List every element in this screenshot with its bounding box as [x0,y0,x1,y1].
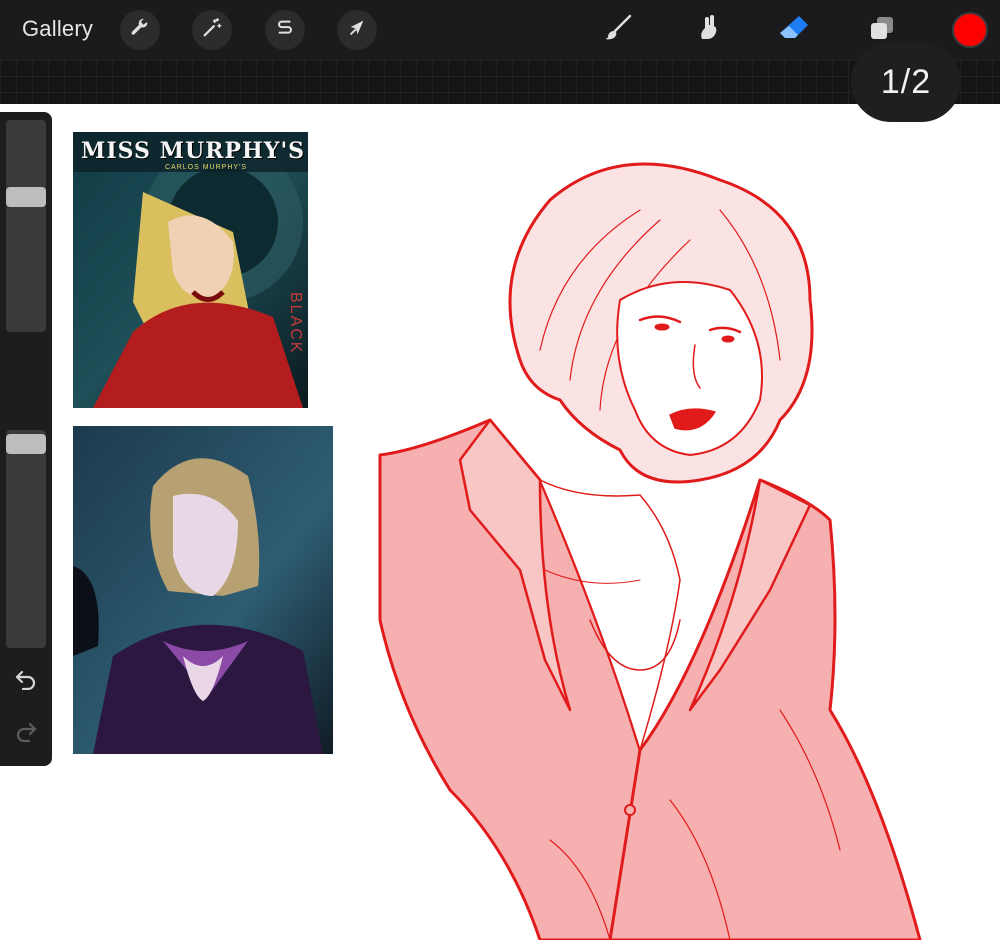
brush-size-handle[interactable] [6,187,46,208]
wrench-icon [129,17,151,44]
reference-image-2[interactable] [73,426,333,754]
redo-icon [14,720,38,747]
canvas-drawing[interactable] [340,150,960,945]
color-picker-button[interactable] [952,12,988,48]
character-sketch [378,162,922,942]
reference-subtitle: CARLOS MURPHY'S [165,164,248,171]
left-sidebar [0,112,52,766]
arrow-cursor-icon [346,17,368,44]
eraser-tool-button[interactable] [772,8,816,52]
actions-button[interactable] [120,10,160,50]
brush-size-slider[interactable] [6,120,46,332]
opacity-slider[interactable] [6,430,46,648]
transform-button[interactable] [337,10,377,50]
smudge-icon [691,13,721,48]
brush-icon [603,13,633,48]
reference-side-text: BLACK [287,292,304,355]
canvas-grid-strip [0,60,1000,104]
eraser-icon [777,13,811,48]
undo-icon [14,668,38,695]
opacity-handle[interactable] [6,433,46,454]
page-indicator: 1/2 [851,42,961,122]
reference-title: MISS MURPHY'S [81,138,306,164]
redo-button[interactable] [12,719,40,747]
reference-anime-illustration [73,426,333,754]
adjustments-button[interactable] [192,10,232,50]
smudge-tool-button[interactable] [684,8,728,52]
selection-s-icon [274,17,296,44]
reference-image-1[interactable]: MISS MURPHY'S CARLOS MURPHY'S BLACK [73,132,308,408]
reference-photo-illustration [73,132,308,408]
top-toolbar: Gallery [0,0,1000,60]
gallery-button[interactable]: Gallery [22,16,93,42]
selection-button[interactable] [265,10,305,50]
undo-button[interactable] [12,667,40,695]
magic-wand-icon [201,17,223,44]
brush-tool-button[interactable] [596,8,640,52]
